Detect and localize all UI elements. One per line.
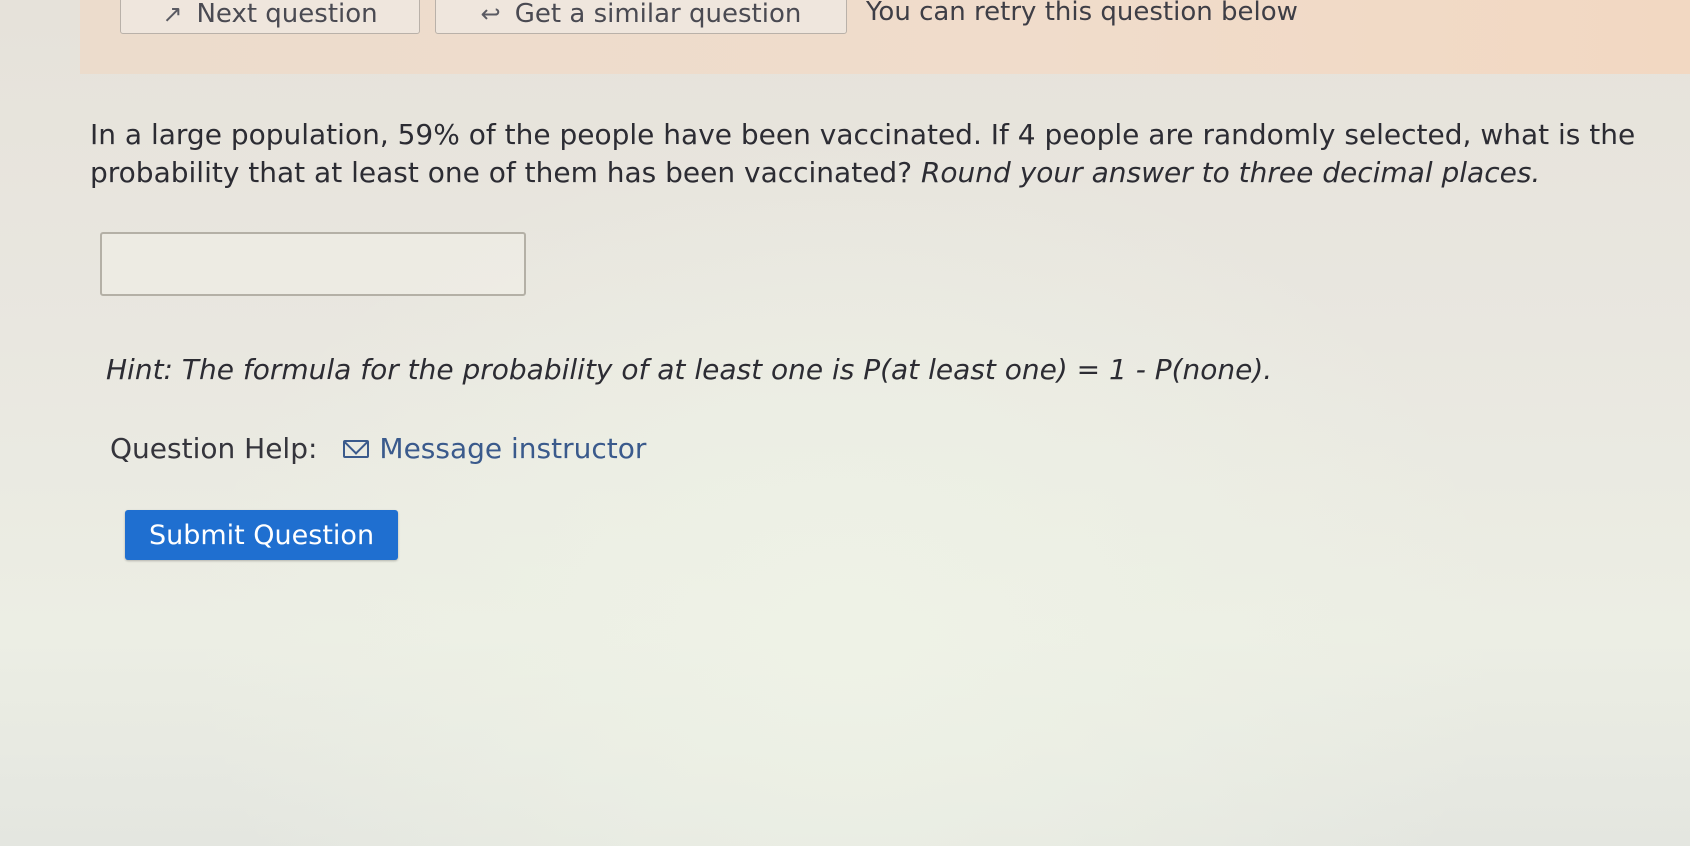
next-question-label: Next question: [196, 0, 378, 29]
message-instructor-label: Message instructor: [379, 432, 647, 465]
message-instructor-link[interactable]: Message instructor: [343, 432, 646, 465]
hint-text: Hint: The formula for the probability of…: [106, 353, 1273, 386]
return-arrow-icon: ↩: [480, 0, 501, 28]
retry-notice: You can retry this question below: [866, 0, 1298, 27]
similar-question-label: Get a similar question: [514, 0, 802, 29]
arrow-right-icon: ↗: [162, 0, 183, 28]
envelope-icon: [343, 439, 370, 458]
question-text: In a large population, 59% of the people…: [90, 116, 1650, 192]
question-help: Question Help: Message instructor: [110, 432, 646, 465]
similar-question-button[interactable]: ↩ Get a similar question: [435, 0, 847, 34]
next-question-button[interactable]: ↗ Next question: [120, 0, 420, 34]
question-instruction: Round your answer to three decimal place…: [920, 156, 1541, 189]
answer-input[interactable]: [100, 232, 526, 296]
question-help-label: Question Help:: [110, 432, 318, 465]
submit-question-button[interactable]: Submit Question: [125, 510, 398, 560]
